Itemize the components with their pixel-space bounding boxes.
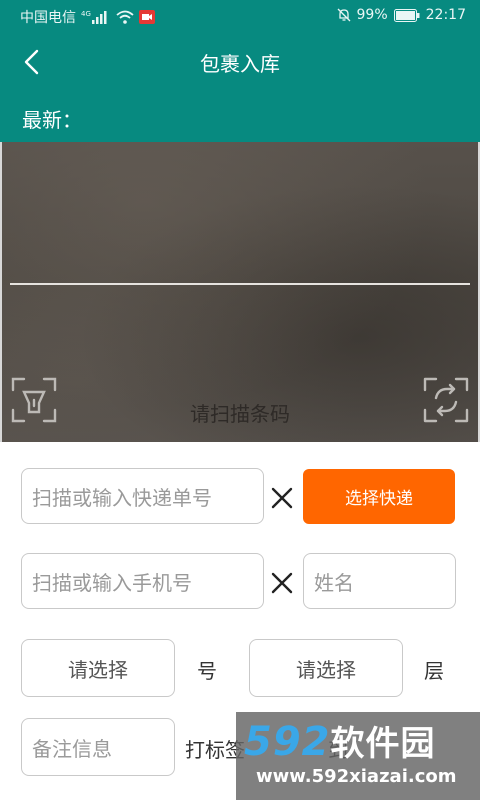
watermark-logo: 592软件园 www.592xiazai.com — [236, 712, 480, 800]
floor-unit-label: 层 — [424, 659, 444, 683]
select-courier-button[interactable]: 选择快递 — [303, 469, 455, 524]
name-input[interactable]: 姓名 — [303, 553, 456, 609]
scanner-view[interactable]: 请扫描条码 — [0, 142, 480, 442]
clear-tracking-icon[interactable] — [268, 484, 296, 512]
latest-info-bar: 最新： — [0, 90, 480, 142]
phone-number-input[interactable]: 扫描或输入手机号 — [21, 553, 264, 609]
latest-label: 最新： — [22, 108, 82, 132]
floor-select[interactable]: 请选择 — [249, 639, 403, 697]
shelf-select-label: 请选择 — [68, 657, 128, 682]
page-title: 包裹入库 — [200, 52, 280, 76]
wifi-icon — [116, 10, 134, 24]
watermark-url: www.592xiazai.com — [256, 766, 457, 787]
clear-phone-icon[interactable] — [268, 569, 296, 597]
watermark-number: 592 — [244, 719, 331, 765]
tracking-number-input[interactable]: 扫描或输入快递单号 — [21, 468, 264, 524]
tracking-number-placeholder: 扫描或输入快递单号 — [32, 485, 212, 510]
carrier-name: 中国电信 — [20, 10, 76, 26]
app-bar: 包裹入库 — [0, 34, 480, 90]
name-placeholder: 姓名 — [314, 570, 354, 595]
scan-line — [10, 283, 470, 285]
status-bar: 中国电信 4G 99% 22:17 — [0, 0, 480, 34]
select-courier-label: 选择快递 — [345, 489, 413, 509]
phone-number-placeholder: 扫描或输入手机号 — [32, 570, 192, 595]
clock: 22:17 — [425, 7, 466, 23]
battery-percent: 99% — [356, 7, 388, 23]
signal-icon: 4G — [81, 10, 111, 24]
video-record-icon — [139, 10, 155, 24]
shelf-unit-label: 号 — [197, 659, 217, 683]
watermark-brand: 软件园 — [330, 724, 436, 764]
battery-icon — [393, 8, 420, 22]
scan-hint-text: 请扫描条码 — [190, 402, 290, 426]
mute-bell-icon — [337, 8, 351, 22]
note-input[interactable]: 备注信息 — [21, 718, 175, 776]
scanner-border-left — [0, 142, 2, 442]
shelf-number-select[interactable]: 请选择 — [21, 639, 175, 697]
note-placeholder: 备注信息 — [32, 736, 112, 761]
floor-select-label: 请选择 — [296, 657, 356, 682]
network-type: 4G — [81, 10, 91, 18]
